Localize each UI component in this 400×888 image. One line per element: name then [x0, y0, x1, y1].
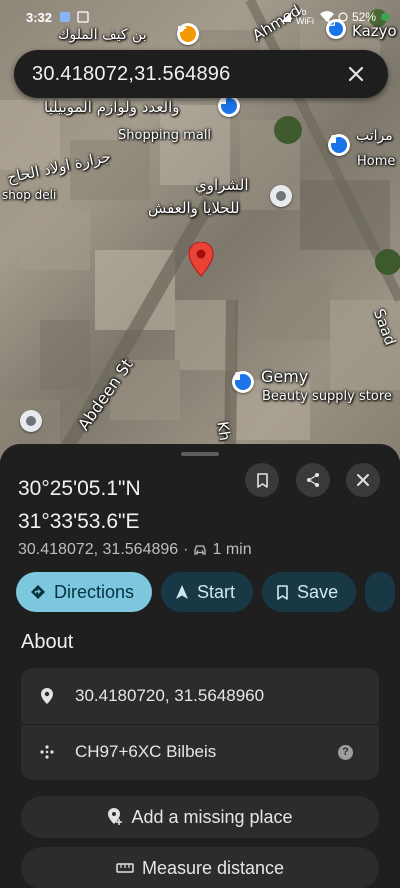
home-poi-pin[interactable]	[328, 134, 350, 156]
plus-code-row[interactable]: CH97+6XC Bilbeis ?	[21, 724, 379, 780]
shopping-mall-poi-pin[interactable]	[218, 95, 240, 117]
alarm-icon	[338, 12, 348, 22]
directions-label: Directions	[54, 581, 135, 602]
start-label: Start	[197, 581, 236, 602]
measure-distance-label: Measure distance	[141, 857, 285, 878]
car-icon	[194, 545, 207, 555]
help-icon[interactable]: ?	[338, 744, 353, 760]
add-missing-place-label: Add a missing place	[131, 806, 293, 827]
map-label-sharawy-ar-1: الشراوي	[195, 176, 249, 194]
longitude-dms: 31°33'53.6"E	[18, 510, 140, 533]
close-sheet-button[interactable]	[346, 463, 380, 497]
location-pin-icon	[41, 688, 53, 704]
photo-notification-icon	[77, 11, 89, 23]
save-button[interactable]: Save	[262, 572, 357, 612]
map-label-home: Home	[357, 154, 396, 169]
dropped-pin-icon[interactable]	[188, 242, 214, 278]
bookmark-icon	[256, 472, 268, 488]
add-location-icon	[108, 808, 123, 825]
measure-distance-button[interactable]: Measure distance	[21, 847, 379, 888]
gemy-poi-pin[interactable]	[232, 371, 254, 393]
left-poi-pin[interactable]	[20, 410, 42, 432]
search-query[interactable]: 30.418072,31.564896	[32, 63, 342, 86]
plus-code-value: CH97+6XC Bilbeis	[75, 742, 217, 761]
bookmark-button[interactable]	[245, 463, 279, 497]
sheet-drag-handle[interactable]	[181, 452, 219, 456]
search-bar[interactable]: 30.418072,31.564896	[14, 50, 388, 98]
map-label-shop-type: Shopping mall	[118, 128, 212, 143]
map-label-marat-ar: مراتب	[356, 128, 393, 144]
clear-search-button[interactable]	[342, 60, 370, 88]
start-button[interactable]: Start	[161, 572, 254, 612]
map-label-shop-deli: shop deli	[2, 188, 57, 202]
battery-dot-icon	[381, 13, 389, 21]
share-icon	[307, 473, 319, 487]
bookmark-icon	[277, 584, 288, 600]
plus-code-icon	[40, 745, 54, 759]
place-bottom-sheet[interactable]: 30°25'05.1"N 31°33'53.6"E 30.418072, 31.…	[0, 444, 400, 888]
add-missing-place-button[interactable]: Add a missing place	[21, 796, 379, 838]
coordinates-row[interactable]: 30.4180720, 31.5648960	[21, 668, 379, 724]
map-label-sharawy-ar-2: للحلايا والعفش	[148, 199, 240, 217]
place-subline: 30.418072, 31.564896 · 1 min	[18, 541, 252, 559]
map-label-gemy-type: Beauty supply store	[262, 389, 392, 404]
share-button[interactable]	[296, 463, 330, 497]
coords-short: 30.418072, 31.564896	[18, 541, 179, 558]
action-chips: Directions Start Save	[16, 572, 396, 612]
status-battery: 52%	[351, 10, 376, 24]
directions-button[interactable]: Directions	[16, 572, 153, 612]
coordinates-value: 30.4180720, 31.5648960	[75, 686, 265, 705]
wifi-icon	[319, 11, 334, 22]
place-title: 30°25'05.1"N 31°33'53.6"E	[18, 472, 141, 538]
status-bar: 3:32 Vo WiFi 52%	[0, 0, 400, 34]
subline-separator: ·	[183, 541, 189, 558]
latitude-dms: 30°25'05.1"N	[18, 477, 141, 500]
more-actions-chip[interactable]	[365, 572, 396, 612]
directions-icon	[31, 585, 45, 599]
status-time: 3:32	[26, 9, 53, 25]
signal-icon	[280, 12, 291, 22]
about-heading: About	[21, 631, 74, 653]
shopping-bag-icon	[330, 135, 336, 143]
navigation-arrow-icon	[176, 585, 189, 599]
shopping-bag-icon	[234, 372, 240, 380]
close-icon	[357, 474, 369, 486]
ruler-icon	[116, 863, 134, 873]
about-card: 30.4180720, 31.5648960 CH97+6XC Bilbeis …	[21, 668, 379, 780]
drive-time: 1 min	[212, 541, 252, 558]
save-label: Save	[297, 581, 339, 602]
app-notification-icon	[60, 12, 71, 22]
map-label-gemy: Gemy	[261, 367, 309, 386]
close-icon	[348, 66, 364, 82]
map-label-kh: Kh	[213, 420, 234, 442]
status-signal: Vo WiFi	[295, 7, 314, 26]
map-label-shop-name-ar: والعدد ولوازم الموبيليا	[44, 98, 180, 116]
sharawy-poi-pin[interactable]	[270, 185, 292, 207]
